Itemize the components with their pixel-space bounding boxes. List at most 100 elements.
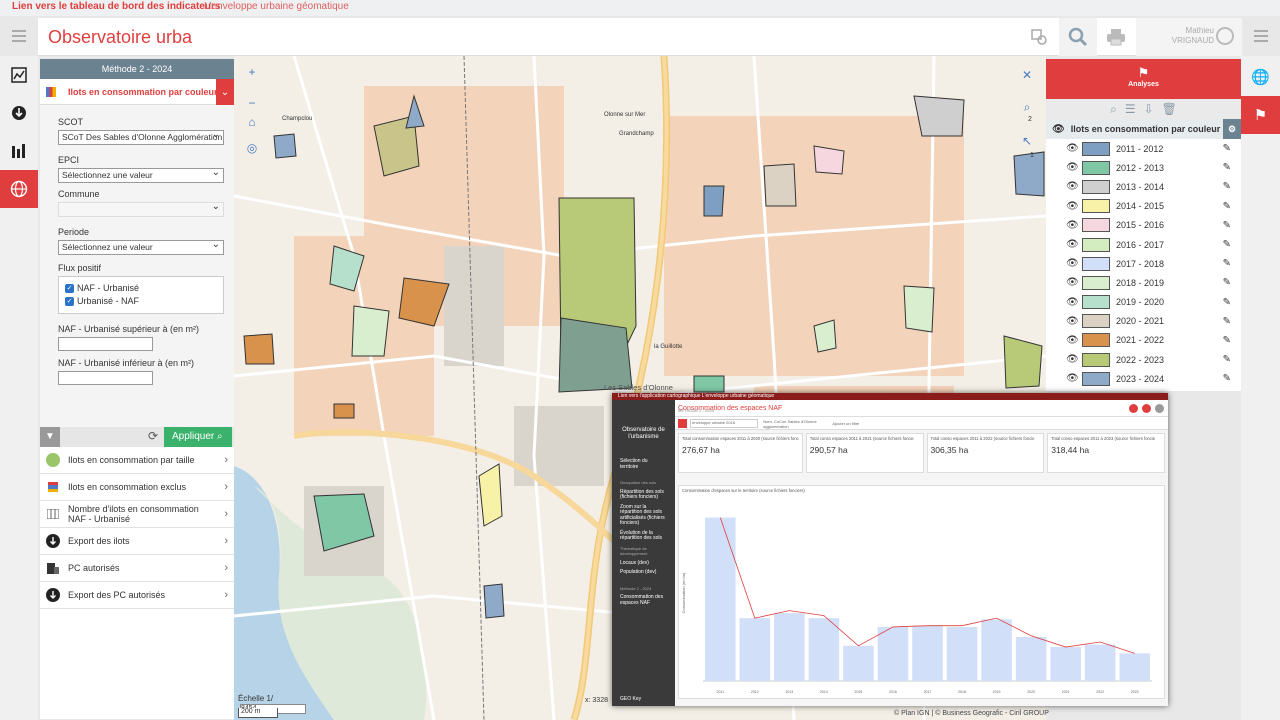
chart-bar[interactable] xyxy=(843,645,874,681)
legend-row[interactable]: 👁 2022 - 2023 ✎ xyxy=(1046,350,1241,369)
chart-bar[interactable] xyxy=(981,619,1012,681)
scot-select[interactable]: SCoT Des Sables d'Olonne Agglomération xyxy=(58,130,224,145)
embedded-side-item[interactable]: Zoom sur la répartition des sols artific… xyxy=(612,503,675,529)
checkbox-checked-icon[interactable]: ✓ xyxy=(65,283,74,293)
embedded-side-item[interactable]: Évolution de la répartition des sols xyxy=(612,529,675,544)
embedded-close-icon[interactable] xyxy=(1142,404,1151,413)
zoom-out-icon[interactable]: − xyxy=(243,94,261,112)
naf-sup-input[interactable] xyxy=(58,337,153,351)
globe-icon[interactable] xyxy=(0,170,38,208)
search-icon[interactable] xyxy=(1059,18,1097,56)
embedded-side-item[interactable]: Consommation des espaces NAF xyxy=(612,593,675,608)
chart-bar[interactable] xyxy=(1015,637,1047,681)
edit-icon[interactable]: ✎ xyxy=(1223,316,1231,327)
eye-icon[interactable]: 👁 xyxy=(1066,143,1080,154)
naf-inf-input[interactable] xyxy=(58,371,153,385)
legend-row[interactable]: 👁 2020 - 2021 ✎ xyxy=(1046,312,1241,331)
edit-icon[interactable]: ✎ xyxy=(1223,239,1231,250)
embedded-filter-icon[interactable] xyxy=(1129,404,1138,413)
gear-icon[interactable]: ⚙ xyxy=(1223,119,1241,139)
dashboard-link[interactable]: Lien vers le tableau de bord des indicat… xyxy=(12,1,220,12)
chart-bar[interactable] xyxy=(877,626,909,681)
compare-icon[interactable] xyxy=(1020,18,1058,56)
download-icon[interactable] xyxy=(0,94,38,132)
chart-bar[interactable] xyxy=(774,613,805,681)
analysis-selector[interactable]: Ilots en consommation par couleur ⌄ xyxy=(40,79,234,105)
eye-icon[interactable]: 👁 xyxy=(1066,277,1080,288)
trash-icon[interactable]: 🗑 xyxy=(1162,102,1177,116)
edit-icon[interactable]: ✎ xyxy=(1223,162,1231,173)
chevron-down-icon[interactable]: ⌄ xyxy=(1211,125,1218,134)
legend-row[interactable]: 👁 2012 - 2013 ✎ xyxy=(1046,158,1241,177)
list-item-export-pc[interactable]: Export des PC autorisés › xyxy=(40,582,234,609)
list-item-ilots-taille[interactable]: Ilots en consommation par taille › xyxy=(40,447,234,474)
eye-icon[interactable]: 👁 xyxy=(1066,258,1080,269)
edit-icon[interactable]: ✎ xyxy=(1223,258,1231,269)
edit-icon[interactable]: ✎ xyxy=(1223,373,1231,384)
edit-icon[interactable]: ✎ xyxy=(1223,143,1231,154)
chart-bar[interactable] xyxy=(946,626,978,681)
legend-row[interactable]: 👁 2017 - 2018 ✎ xyxy=(1046,254,1241,273)
epci-select[interactable]: Sélectionnez une valeur xyxy=(58,168,224,183)
edit-icon[interactable]: ✎ xyxy=(1223,335,1231,346)
edit-icon[interactable]: ✎ xyxy=(1223,354,1231,365)
eye-icon[interactable]: 👁 xyxy=(1066,297,1080,308)
chart-bar[interactable] xyxy=(1084,644,1116,681)
eye-icon[interactable]: 👁 xyxy=(1066,181,1080,192)
envelope-link[interactable]: L'enveloppe urbaine géomatique xyxy=(204,1,349,12)
eye-icon[interactable]: 👁 xyxy=(1066,239,1080,250)
edit-icon[interactable]: ✎ xyxy=(1223,220,1231,231)
legend-row[interactable]: 👁 2016 - 2017 ✎ xyxy=(1046,235,1241,254)
eye-icon[interactable]: 👁 xyxy=(1066,201,1080,212)
stats-icon[interactable] xyxy=(0,132,38,170)
list-icon[interactable]: ☰ xyxy=(1125,102,1136,116)
edit-icon[interactable]: ✎ xyxy=(1223,277,1231,288)
eye-icon[interactable]: 👁 xyxy=(1052,124,1065,135)
analyses-tab-icon[interactable]: ⚑ xyxy=(1241,96,1280,134)
list-item-nombre-ilots[interactable]: Nombre d'ilots en consommation NAF - Urb… xyxy=(40,501,234,528)
eye-icon[interactable]: 👁 xyxy=(1066,335,1080,346)
power-icon[interactable] xyxy=(1216,27,1234,45)
chart-bar[interactable] xyxy=(912,625,943,681)
embedded-side-item[interactable]: Répartition des sols (fichiers fonciers) xyxy=(612,488,675,503)
eye-icon[interactable]: 👁 xyxy=(1066,162,1080,173)
chart-bar[interactable] xyxy=(1119,653,1150,681)
eye-icon[interactable]: 👁 xyxy=(1066,373,1080,384)
legend-row[interactable]: 👁 2021 - 2022 ✎ xyxy=(1046,331,1241,350)
edit-icon[interactable]: ✎ xyxy=(1223,201,1231,212)
list-item-export-ilots[interactable]: Export des ilots › xyxy=(40,528,234,555)
zoom-in-icon[interactable]: + xyxy=(243,63,261,81)
legend-row[interactable]: 👁 2013 - 2014 ✎ xyxy=(1046,177,1241,196)
export-icon[interactable]: ⇩ xyxy=(1144,102,1154,116)
legend-row[interactable]: 👁 2019 - 2020 ✎ xyxy=(1046,293,1241,312)
embedded-more-icon[interactable] xyxy=(1155,404,1164,413)
apply-button[interactable]: Appliquer ⌕ xyxy=(164,427,232,447)
legend-icon[interactable] xyxy=(0,56,38,94)
eye-icon[interactable]: 👁 xyxy=(1066,354,1080,365)
select-cursor-icon[interactable]: ↖ xyxy=(1018,132,1036,150)
commune-select[interactable] xyxy=(58,202,224,217)
legend-row[interactable]: 👁 2011 - 2012 ✎ xyxy=(1046,139,1241,158)
legend-row[interactable]: 👁 2014 - 2015 ✎ xyxy=(1046,197,1241,216)
menu-right-icon[interactable] xyxy=(1254,30,1268,42)
measure-icon[interactable]: ✕ xyxy=(1018,66,1036,84)
layer-header[interactable]: 👁 Ilots en consommation par couleur ⌄ ⚙ xyxy=(1046,119,1241,139)
periode-select[interactable]: Sélectionnez une valeur xyxy=(58,240,224,255)
chart-bar[interactable] xyxy=(808,618,840,681)
refresh-icon[interactable]: ⟳ xyxy=(148,429,158,443)
embedded-side-item[interactable]: Population (dev) xyxy=(612,568,675,578)
locate-icon[interactable]: ◎ xyxy=(243,139,261,157)
embedded-add-filter[interactable]: Ajouter un filtre xyxy=(832,421,859,426)
chevron-down-icon[interactable]: ⌄ xyxy=(216,79,234,105)
flux-option-urbanise-naf[interactable]: ✓ Urbanisé - NAF xyxy=(65,296,217,306)
legend-row[interactable]: 👁 2015 - 2016 ✎ xyxy=(1046,216,1241,235)
chart-bar[interactable] xyxy=(705,517,736,681)
chart-bar[interactable] xyxy=(1050,647,1081,681)
menu-left-icon[interactable] xyxy=(12,30,26,42)
search-layer-icon[interactable]: ⌕ xyxy=(1110,102,1117,117)
embedded-filter-2[interactable]: Nom: CoCon Sables d'Olonne agglomération xyxy=(763,419,823,429)
eye-icon[interactable]: 👁 xyxy=(1066,316,1080,327)
filter-icon[interactable]: ▼ xyxy=(40,427,60,447)
embedded-side-item[interactable]: Sélection du territoire xyxy=(612,457,675,472)
print-icon[interactable] xyxy=(1097,18,1135,56)
